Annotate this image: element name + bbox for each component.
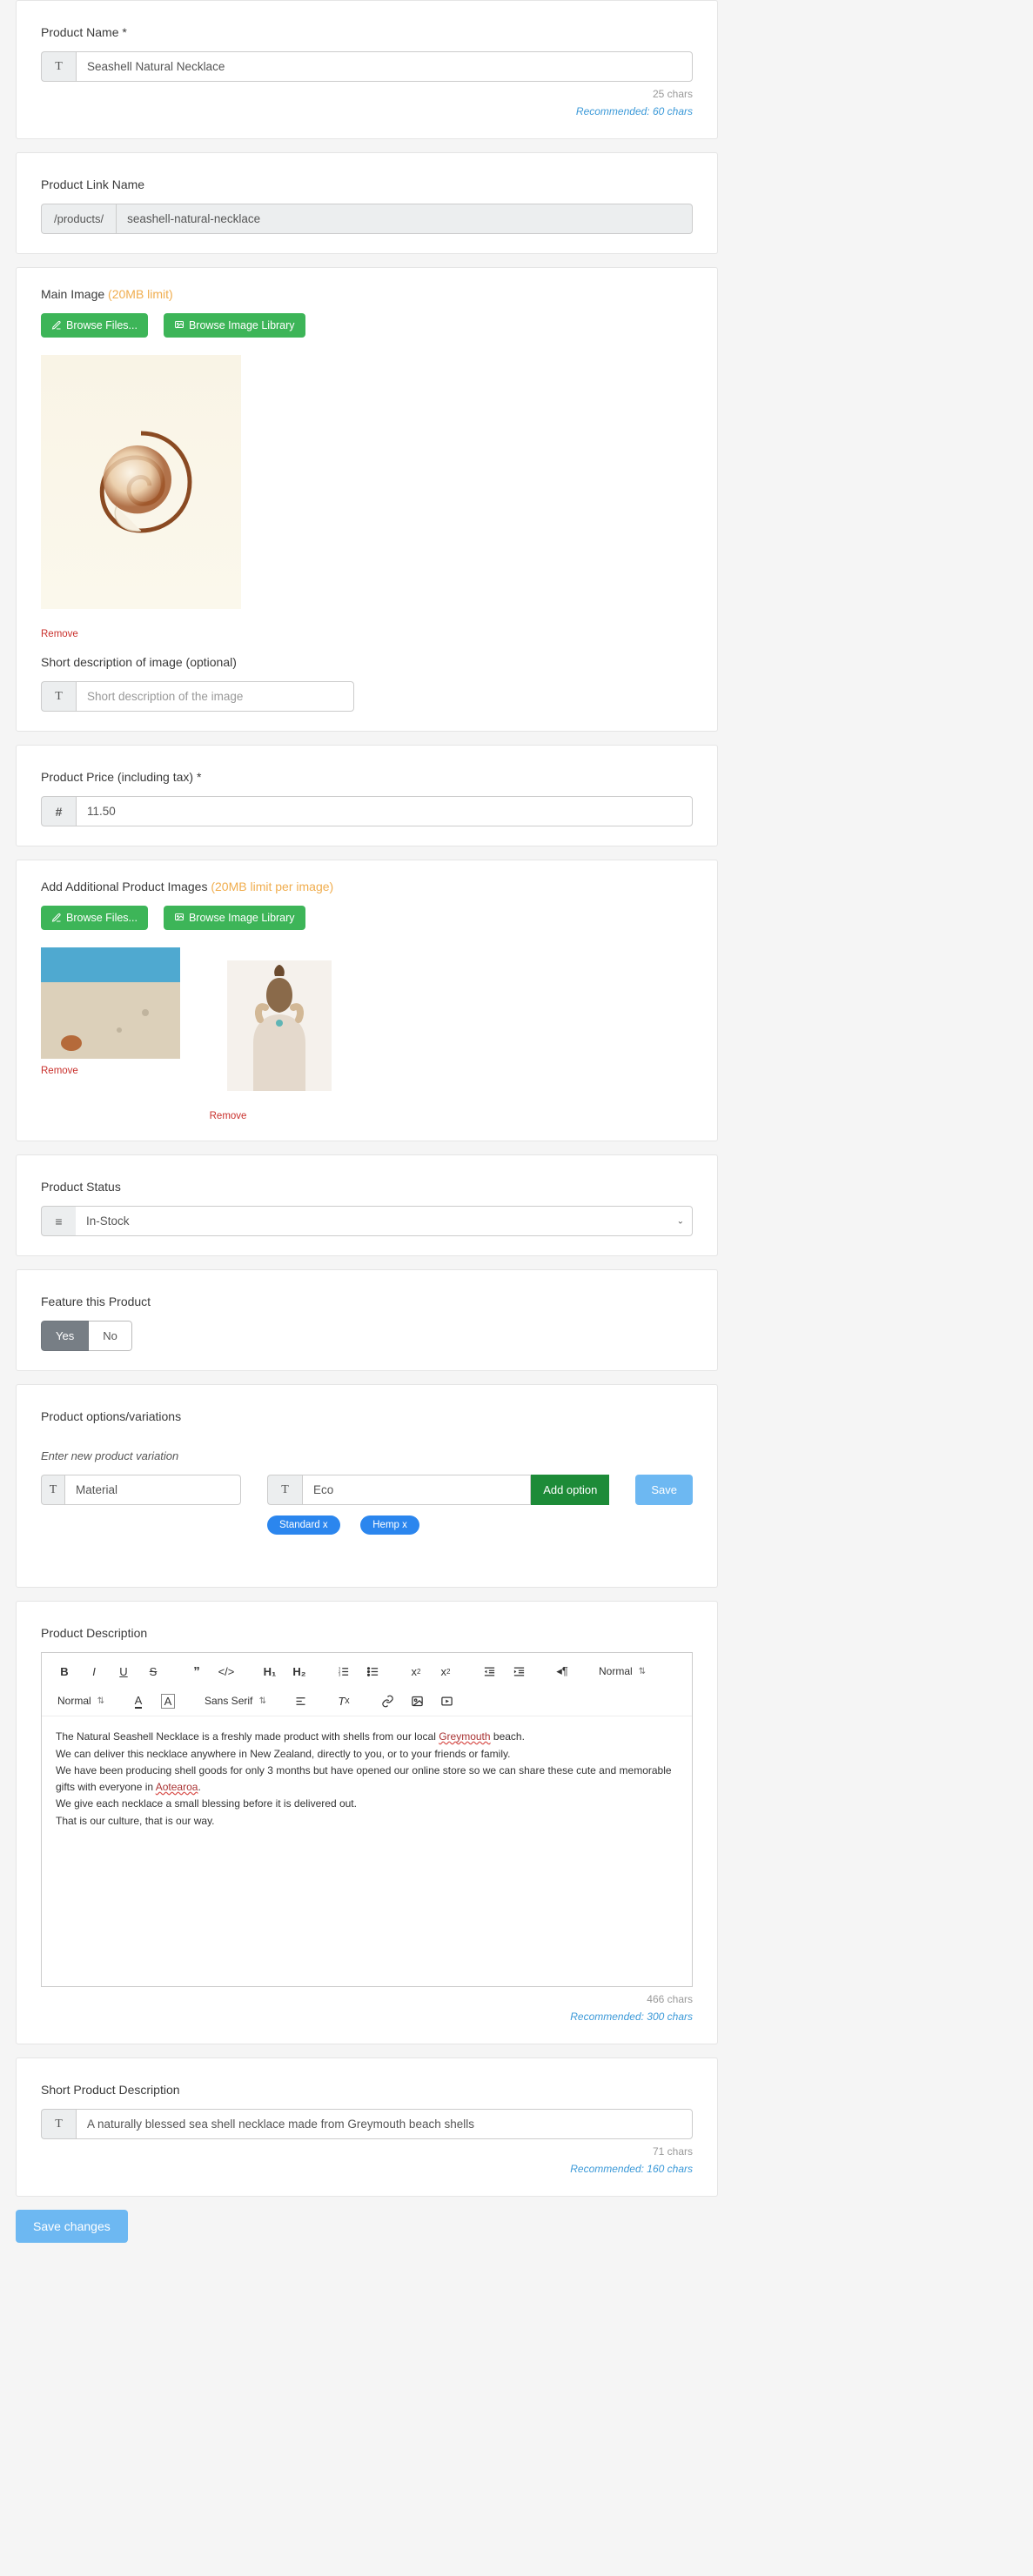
browse-files-button[interactable]: Browse Files... [41,313,148,338]
subscript-icon[interactable]: x2 [404,1660,428,1683]
additional-thumb-1[interactable] [41,947,180,1059]
text-icon: T [41,51,76,82]
additional-thumb-2[interactable] [210,947,349,1091]
ul-icon[interactable] [360,1660,385,1683]
label-main-image: Main Image (20MB limit) [41,287,693,301]
label-price: Product Price (including tax) * [41,770,693,784]
image-short-desc-input[interactable] [76,681,354,712]
main-image-limit: (20MB limit) [108,287,173,301]
text-icon: T [41,1475,64,1505]
remove-main-image[interactable]: Remove [41,629,78,639]
strike-icon[interactable]: S [141,1660,165,1683]
name-char-count: 25 chars [653,88,693,100]
short-recommended: Recommended: 160 chars [570,2163,693,2175]
label-variations: Product options/variations [41,1409,693,1423]
bold-icon[interactable]: B [52,1660,77,1683]
label-status: Product Status [41,1180,693,1194]
panel-status: Product Status ≡ In-Stock ⌄ [16,1154,718,1256]
variations-instruction: Enter new product variation [41,1449,693,1462]
ol-icon[interactable]: 123 [331,1660,355,1683]
clear-format-icon[interactable]: Tx [332,1689,356,1712]
label-feature: Feature this Product [41,1295,693,1308]
browse-library-button-2[interactable]: Browse Image Library [164,906,305,930]
save-changes-button[interactable]: Save changes [16,2210,128,2243]
product-name-input[interactable] [76,51,693,82]
italic-icon[interactable]: I [82,1660,106,1683]
image-icon[interactable] [405,1689,429,1712]
video-icon[interactable] [434,1689,459,1712]
heading-select[interactable]: Normal [52,1692,107,1710]
variation-pill-hemp[interactable]: Hemp x [360,1515,419,1535]
h2-icon[interactable]: H₂ [287,1660,312,1683]
desc-recommended: Recommended: 300 chars [570,2011,693,2023]
panel-short-description: Short Product Description T 71 chars Rec… [16,2057,718,2197]
label-description: Product Description [41,1626,693,1640]
save-variation-button[interactable]: Save [635,1475,693,1505]
outdent-icon[interactable] [477,1660,501,1683]
panel-product-name: Product Name * T 25 chars Recommended: 6… [16,0,718,139]
code-icon[interactable]: </> [214,1660,238,1683]
label-short-img-desc: Short description of image (optional) [41,655,693,669]
text-icon: T [41,2109,76,2139]
variation-name-input[interactable] [64,1475,241,1505]
superscript-icon[interactable]: x2 [433,1660,458,1683]
text-icon: T [267,1475,302,1505]
color-icon[interactable]: A [126,1689,151,1712]
feature-toggle: Yes No [41,1321,132,1351]
panel-variations: Product options/variations Enter new pro… [16,1384,718,1588]
editor-body[interactable]: The Natural Seashell Necklace is a fresh… [42,1716,692,1986]
remove-additional-1[interactable]: Remove [41,1066,78,1076]
underline-icon[interactable]: U [111,1660,136,1683]
size-select[interactable]: Normal [594,1663,648,1680]
editor-toolbar: B I U S ” </> H₁ H₂ 123 x2 x2 [42,1653,692,1716]
list-icon: ≡ [41,1206,76,1236]
feature-no[interactable]: No [89,1321,132,1351]
short-char-count: 71 chars [653,2145,693,2158]
browse-files-button-2[interactable]: Browse Files... [41,906,148,930]
rich-editor: B I U S ” </> H₁ H₂ 123 x2 x2 [41,1652,693,1987]
main-image-thumb[interactable] [41,355,241,609]
short-desc-input[interactable] [76,2109,693,2139]
variation-pill-standard[interactable]: Standard x [267,1515,340,1535]
text-icon: T [41,681,76,712]
link-icon[interactable] [375,1689,399,1712]
add-option-button[interactable]: Add option [531,1475,609,1505]
h1-icon[interactable]: H₁ [258,1660,282,1683]
hash-icon: # [41,796,76,826]
panel-description: Product Description B I U S ” </> H₁ H₂ … [16,1601,718,2044]
desc-char-count: 466 chars [647,1993,693,2005]
browse-library-button[interactable]: Browse Image Library [164,313,305,338]
name-recommended: Recommended: 60 chars [576,105,693,117]
background-icon[interactable]: A [156,1689,180,1712]
remove-additional-2[interactable]: Remove [210,1111,247,1121]
additional-limit: (20MB limit per image) [211,880,333,893]
direction-icon[interactable]: ◂¶ [550,1660,574,1683]
label-product-name: Product Name * [41,25,693,39]
link-prefix: /products/ [41,204,116,234]
quote-icon[interactable]: ” [184,1660,209,1683]
status-select[interactable]: In-Stock [76,1206,693,1236]
panel-feature: Feature this Product Yes No [16,1269,718,1371]
price-input[interactable] [76,796,693,826]
indent-icon[interactable] [506,1660,531,1683]
panel-product-link: Product Link Name /products/ [16,152,718,254]
label-additional: Add Additional Product Images (20MB limi… [41,880,693,893]
svg-text:3: 3 [338,1672,340,1676]
panel-price: Product Price (including tax) * # [16,745,718,846]
feature-yes[interactable]: Yes [41,1321,89,1351]
label-short-desc: Short Product Description [41,2083,693,2097]
product-link-input[interactable] [116,204,693,234]
variation-value-input[interactable] [302,1475,531,1505]
label-product-link: Product Link Name [41,177,693,191]
align-icon[interactable] [288,1689,312,1712]
font-select[interactable]: Sans Serif [199,1692,269,1710]
panel-main-image: Main Image (20MB limit) Browse Files... … [16,267,718,732]
panel-additional-images: Add Additional Product Images (20MB limi… [16,860,718,1141]
